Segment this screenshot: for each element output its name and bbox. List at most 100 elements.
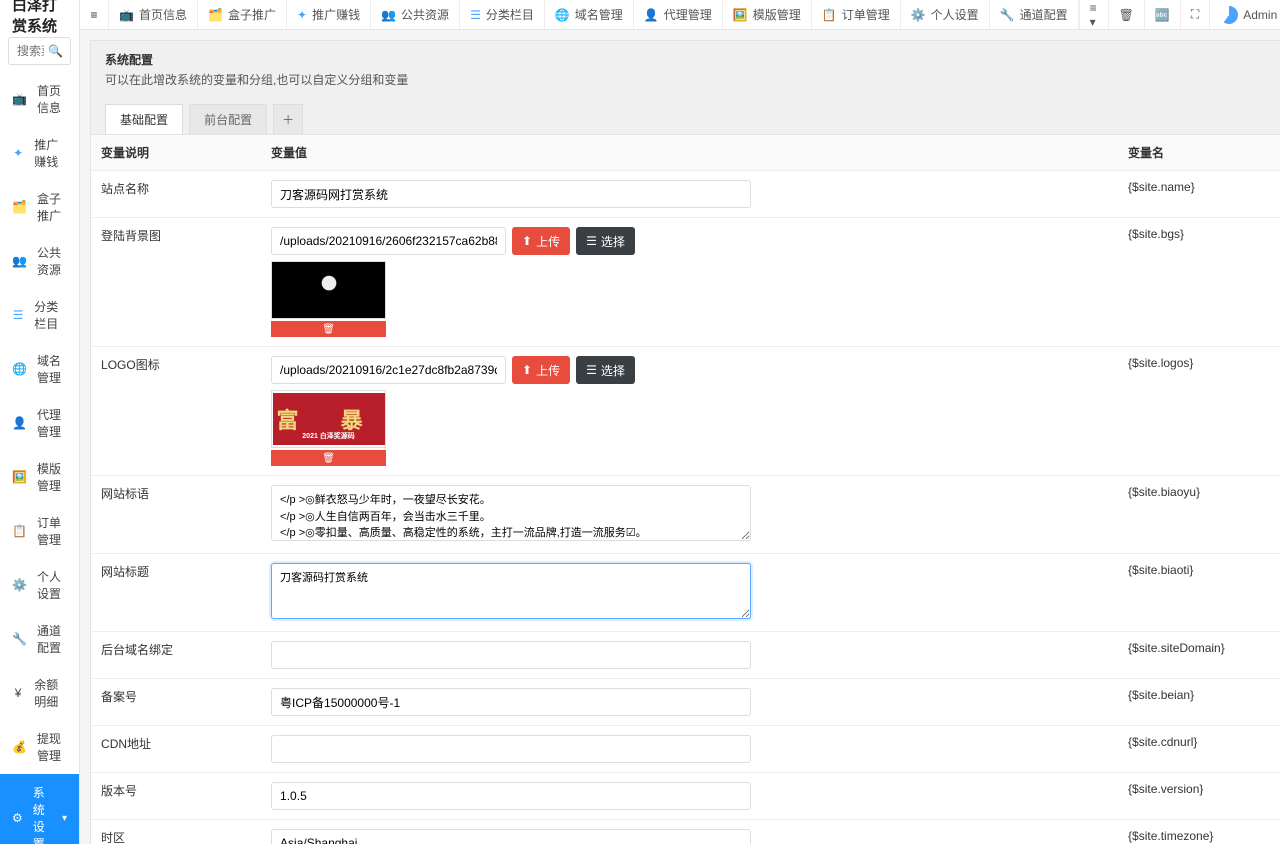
sidebar-item-home[interactable]: 📺首页信息	[0, 72, 79, 126]
sidebar: 白泽打赏系统 🔍 📺首页信息 ✦推广赚钱 🗂️盒子推广 👥公共资源 ☰分类栏目 …	[0, 0, 80, 844]
translate-icon: 🔤	[1155, 8, 1170, 22]
tab-basic[interactable]: 基础配置	[105, 104, 183, 134]
list-icon: ☰	[586, 363, 597, 377]
row-logos: LOGO图标 ⬆上传 ☰选择 富 暴 2021 白泽奖源码	[91, 347, 1280, 476]
header-var: 变量名	[1118, 135, 1280, 170]
template-icon: 🖼️	[733, 8, 748, 22]
public-icon: 👥	[12, 254, 27, 268]
row-biaoyu: 网站标语 {$site.biaoyu}	[91, 476, 1280, 554]
sidebar-item-promote[interactable]: ✦推广赚钱	[0, 126, 79, 180]
box-icon: 🗂️	[208, 8, 223, 22]
sidebar-item-order[interactable]: 📋订单管理	[0, 504, 79, 558]
app-title: 白泽打赏系统	[0, 0, 79, 30]
config-tabs: 基础配置 前台配置 ＋	[90, 98, 1280, 135]
row-label: 网站标题	[91, 554, 261, 631]
home-icon: 📺	[119, 8, 134, 22]
topnav: 📺首页信息 🗂️盒子推广 ✦推广赚钱 👥公共资源 ☰分类栏目 🌐域名管理 👤代理…	[109, 0, 1079, 29]
sidebar-label: 盒子推广	[37, 190, 67, 224]
list-dropdown[interactable]: ≡ ▾	[1079, 0, 1108, 29]
header-label: 变量说明	[91, 135, 261, 170]
row-var: {$site.siteDomain}	[1118, 632, 1280, 678]
sidebar-item-system[interactable]: ⚙系统设置▾	[0, 774, 79, 844]
gear-icon: ⚙	[12, 811, 23, 825]
beian-input[interactable]	[271, 688, 751, 716]
chevron-down-icon: ▾	[62, 813, 67, 824]
hamburger-button[interactable]: ≡	[80, 0, 109, 29]
row-bgs: 登陆背景图 ⬆上传 ☰选择 🗑 {$site.bgs}	[91, 218, 1280, 347]
row-var: {$site.version}	[1118, 773, 1280, 819]
row-var: {$site.biaoti}	[1118, 554, 1280, 631]
avatar	[1220, 6, 1238, 24]
content: 系统配置 可以在此增改系统的变量和分组,也可以自定义分组和变量 基础配置 前台配…	[80, 30, 1280, 844]
biaoti-textarea[interactable]	[271, 563, 751, 619]
select-button[interactable]: ☰选择	[576, 227, 635, 255]
balance-icon: ¥	[12, 686, 24, 700]
sidebar-label: 域名管理	[37, 352, 67, 386]
row-sitename: 站点名称 {$site.name}	[91, 171, 1280, 218]
panel-header: 系统配置 可以在此增改系统的变量和分组,也可以自定义分组和变量	[90, 40, 1280, 98]
row-label: 时区	[91, 820, 261, 844]
order-icon: 📋	[12, 524, 27, 538]
row-label: LOGO图标	[91, 347, 261, 475]
row-label: 备案号	[91, 679, 261, 725]
trash-button[interactable]: 🗑	[1108, 0, 1144, 29]
trash-icon: 🗑	[322, 324, 335, 335]
bgs-delete[interactable]: 🗑	[271, 321, 386, 337]
sidebar-label: 代理管理	[37, 406, 67, 440]
tab-frontend[interactable]: 前台配置	[189, 104, 267, 134]
topnav-category[interactable]: ☰分类栏目	[460, 0, 545, 29]
upload-button[interactable]: ⬆上传	[512, 227, 570, 255]
sidebar-item-public[interactable]: 👥公共资源	[0, 234, 79, 288]
topnav-template[interactable]: 🖼️模版管理	[723, 0, 812, 29]
topnav-order[interactable]: 📋订单管理	[812, 0, 901, 29]
fullscreen-button[interactable]: ⛶	[1180, 0, 1209, 29]
sidebar-item-channel[interactable]: 🔧通道配置	[0, 612, 79, 666]
sidebar-item-personal[interactable]: ⚙️个人设置	[0, 558, 79, 612]
sitedomain-input[interactable]	[271, 641, 751, 669]
cdnurl-input[interactable]	[271, 735, 751, 763]
bgs-input[interactable]	[271, 227, 506, 255]
row-sitedomain: 后台域名绑定 {$site.siteDomain}	[91, 632, 1280, 679]
sidebar-label: 通道配置	[37, 622, 67, 656]
topnav-promote[interactable]: ✦推广赚钱	[287, 0, 371, 29]
row-label: 站点名称	[91, 171, 261, 217]
tab-add[interactable]: ＋	[273, 104, 303, 134]
panel-subtitle: 可以在此增改系统的变量和分组,也可以自定义分组和变量	[105, 71, 1280, 88]
user-menu[interactable]: Admin	[1209, 0, 1280, 29]
sidebar-item-category[interactable]: ☰分类栏目	[0, 288, 79, 342]
row-beian: 备案号 {$site.beian}	[91, 679, 1280, 726]
timezone-input[interactable]	[271, 829, 751, 844]
share-icon: ✦	[297, 8, 307, 22]
sidebar-item-template[interactable]: 🖼️模版管理	[0, 450, 79, 504]
user-name: Admin	[1243, 8, 1277, 22]
topnav-agent[interactable]: 👤代理管理	[634, 0, 723, 29]
topnav-box[interactable]: 🗂️盒子推广	[198, 0, 287, 29]
topnav-public[interactable]: 👥公共资源	[371, 0, 460, 29]
select-button[interactable]: ☰选择	[576, 356, 635, 384]
person-icon: ⚙️	[911, 8, 926, 22]
sidebar-item-domain[interactable]: 🌐域名管理	[0, 342, 79, 396]
sidebar-item-withdraw[interactable]: 💰提现管理	[0, 720, 79, 774]
sidebar-item-balance[interactable]: ¥余额明细	[0, 666, 79, 720]
sidebar-item-box[interactable]: 🗂️盒子推广	[0, 180, 79, 234]
list-icon: ☰	[586, 234, 597, 248]
sidebar-label: 分类栏目	[34, 298, 67, 332]
topnav-domain[interactable]: 🌐域名管理	[545, 0, 634, 29]
version-input[interactable]	[271, 782, 751, 810]
lang-button[interactable]: 🔤	[1144, 0, 1180, 29]
domain-icon: 🌐	[555, 8, 570, 22]
logos-delete[interactable]: 🗑	[271, 450, 386, 466]
topnav-home[interactable]: 📺首页信息	[109, 0, 198, 29]
template-icon: 🖼️	[12, 470, 27, 484]
topnav-channel[interactable]: 🔧通道配置	[990, 0, 1079, 29]
logos-input[interactable]	[271, 356, 506, 384]
topbar: ≡ 📺首页信息 🗂️盒子推广 ✦推广赚钱 👥公共资源 ☰分类栏目 🌐域名管理 👤…	[80, 0, 1280, 30]
panel-title: 系统配置	[105, 51, 1280, 68]
sitename-input[interactable]	[271, 180, 751, 208]
biaoyu-textarea[interactable]	[271, 485, 751, 541]
sidebar-item-agent[interactable]: 👤代理管理	[0, 396, 79, 450]
list-icon: ☰	[470, 8, 481, 22]
topnav-personal[interactable]: ⚙️个人设置	[901, 0, 990, 29]
upload-button[interactable]: ⬆上传	[512, 356, 570, 384]
table-header: 变量说明 变量值 变量名	[91, 135, 1280, 171]
